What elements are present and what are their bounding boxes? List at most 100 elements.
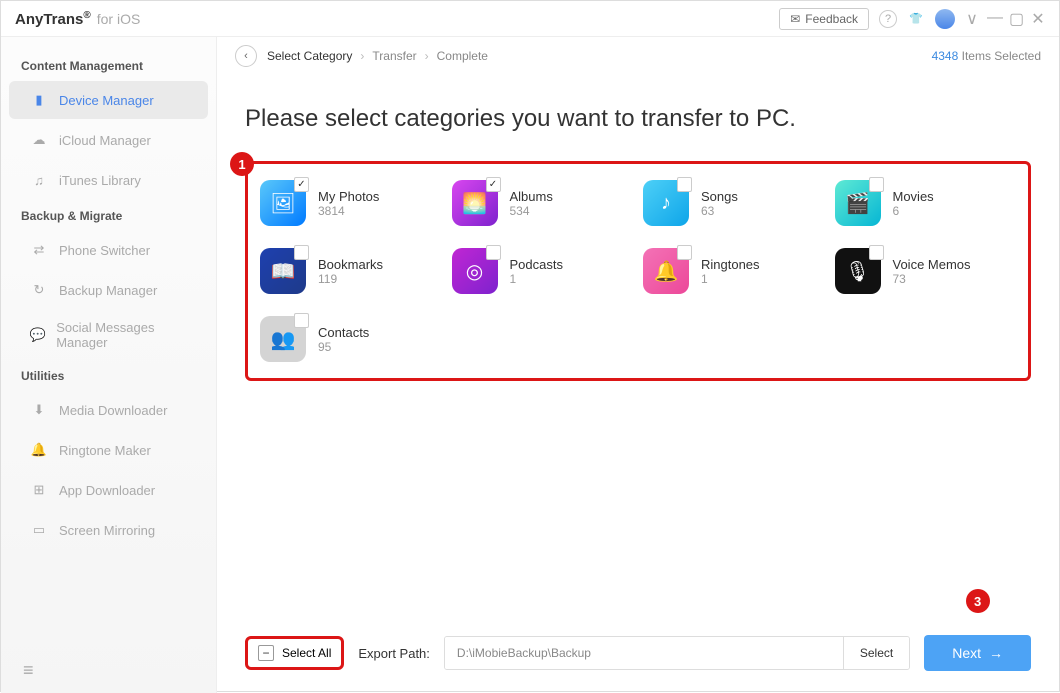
bell-icon: 🔔 bbox=[29, 440, 49, 460]
switch-icon: ⇄ bbox=[29, 240, 49, 260]
crumb-transfer: Transfer bbox=[372, 49, 416, 63]
category-label: Contacts bbox=[318, 325, 369, 340]
annotation-marker-1: 1 bbox=[230, 152, 254, 176]
partial-check-icon: − bbox=[258, 645, 274, 661]
category-count: 63 bbox=[701, 204, 738, 218]
next-button[interactable]: Next→ bbox=[924, 635, 1031, 671]
device-icon: ▮ bbox=[29, 90, 49, 110]
category-label: Voice Memos bbox=[893, 257, 971, 272]
category-label: Bookmarks bbox=[318, 257, 383, 272]
category-count: 119 bbox=[318, 272, 383, 286]
export-path-field: 2 Select bbox=[444, 636, 910, 670]
main: ‹ Select Category › Transfer › Complete … bbox=[217, 37, 1059, 693]
annotation-marker-3: 3 bbox=[966, 589, 990, 613]
category-label: Movies bbox=[893, 189, 934, 204]
check-icon bbox=[294, 313, 309, 328]
feedback-button[interactable]: ✉ Feedback bbox=[779, 8, 869, 30]
minimize-button[interactable]: — bbox=[987, 9, 1001, 29]
ic-contacts: 👥 bbox=[260, 316, 306, 362]
ic-podcasts: ◎ bbox=[452, 248, 498, 294]
category-label: Ringtones bbox=[701, 257, 760, 272]
sidebar-item-phone-switcher[interactable]: ⇄ Phone Switcher bbox=[9, 231, 208, 269]
category-item-voice-memos[interactable]: 🎙 Voice Memos 73 bbox=[835, 248, 1017, 294]
itunes-icon: ♫ bbox=[29, 170, 49, 190]
appdl-icon: ⊞ bbox=[29, 480, 49, 500]
select-path-button[interactable]: Select bbox=[843, 637, 909, 669]
category-item-movies[interactable]: 🎬 Movies 6 bbox=[835, 180, 1017, 226]
crumb-select-category[interactable]: Select Category bbox=[267, 49, 352, 63]
breadcrumb: ‹ Select Category › Transfer › Complete … bbox=[217, 37, 1059, 75]
category-count: 73 bbox=[893, 272, 971, 286]
titlebar: AnyTrans® for iOS ✉ Feedback ? 👕 ∨ — ▢ ✕ bbox=[1, 1, 1059, 37]
mirror-icon: ▭ bbox=[29, 520, 49, 540]
category-label: Songs bbox=[701, 189, 738, 204]
category-count: 1 bbox=[701, 272, 760, 286]
category-item-songs[interactable]: ♪ Songs 63 bbox=[643, 180, 825, 226]
check-icon bbox=[869, 177, 884, 192]
download-icon: ⬇ bbox=[29, 400, 49, 420]
sidebar-item-backup-manager[interactable]: ↻ Backup Manager bbox=[9, 271, 208, 309]
check-icon: ✓ bbox=[486, 177, 501, 192]
category-item-podcasts[interactable]: ◎ Podcasts 1 bbox=[452, 248, 634, 294]
sidebar-item-social[interactable]: 💬 Social Messages Manager bbox=[9, 311, 208, 359]
category-label: My Photos bbox=[318, 189, 379, 204]
section-title-backup: Backup & Migrate bbox=[1, 201, 216, 229]
category-item-albums[interactable]: 🌅 ✓ Albums 534 bbox=[452, 180, 634, 226]
sidebar-item-media-downloader[interactable]: ⬇ Media Downloader bbox=[9, 391, 208, 429]
category-count: 95 bbox=[318, 340, 369, 354]
back-button[interactable]: ‹ bbox=[235, 45, 257, 67]
ic-photos: 🖼 ✓ bbox=[260, 180, 306, 226]
page-title: Please select categories you want to tra… bbox=[245, 105, 1031, 133]
category-item-my-photos[interactable]: 🖼 ✓ My Photos 3814 bbox=[260, 180, 442, 226]
app-title: AnyTrans® bbox=[15, 10, 91, 28]
avatar[interactable] bbox=[935, 9, 955, 29]
ic-movies: 🎬 bbox=[835, 180, 881, 226]
category-item-contacts[interactable]: 👥 Contacts 95 bbox=[260, 316, 442, 362]
ic-albums: 🌅 ✓ bbox=[452, 180, 498, 226]
sidebar-item-icloud[interactable]: ☁ iCloud Manager bbox=[9, 121, 208, 159]
sidebar-item-screen-mirroring[interactable]: ▭ Screen Mirroring bbox=[9, 511, 208, 549]
arrow-right-icon: → bbox=[989, 645, 1003, 661]
category-count: 1 bbox=[510, 272, 563, 286]
check-icon bbox=[869, 245, 884, 260]
category-item-ringtones[interactable]: 🔔 Ringtones 1 bbox=[643, 248, 825, 294]
ic-ringtones: 🔔 bbox=[643, 248, 689, 294]
check-icon bbox=[486, 245, 501, 260]
category-label: Albums bbox=[510, 189, 553, 204]
help-icon[interactable]: ? bbox=[879, 10, 897, 28]
crumb-complete: Complete bbox=[437, 49, 488, 63]
sidebar: Content Management ▮ Device Manager ☁ iC… bbox=[1, 37, 217, 693]
mail-icon: ✉ bbox=[790, 12, 800, 26]
tshirt-icon[interactable]: 👕 bbox=[907, 10, 925, 28]
maximize-button[interactable]: ▢ bbox=[1009, 9, 1023, 29]
export-path-label: Export Path: bbox=[358, 646, 430, 661]
check-icon: ✓ bbox=[294, 177, 309, 192]
sidebar-item-app-downloader[interactable]: ⊞ App Downloader bbox=[9, 471, 208, 509]
ic-songs: ♪ bbox=[643, 180, 689, 226]
select-all-button[interactable]: − Select All bbox=[245, 636, 344, 670]
sidebar-item-device-manager[interactable]: ▮ Device Manager bbox=[9, 81, 208, 119]
check-icon bbox=[677, 245, 692, 260]
section-title-content: Content Management bbox=[1, 51, 216, 79]
ic-bookmarks: 📖 bbox=[260, 248, 306, 294]
chat-icon: 💬 bbox=[29, 325, 46, 345]
category-label: Podcasts bbox=[510, 257, 563, 272]
category-count: 3814 bbox=[318, 204, 379, 218]
sidebar-item-itunes[interactable]: ♫ iTunes Library bbox=[9, 161, 208, 199]
check-icon bbox=[677, 177, 692, 192]
cloud-icon: ☁ bbox=[29, 130, 49, 150]
window-controls: ∨ — ▢ ✕ bbox=[965, 9, 1045, 29]
category-grid: 1 🖼 ✓ My Photos 3814 🌅 ✓ Albums 534 ♪ So… bbox=[245, 161, 1031, 381]
category-count: 534 bbox=[510, 204, 553, 218]
section-title-utilities: Utilities bbox=[1, 361, 216, 389]
export-path-input[interactable] bbox=[445, 637, 843, 669]
close-button[interactable]: ✕ bbox=[1031, 9, 1045, 29]
dropdown-icon[interactable]: ∨ bbox=[965, 9, 979, 29]
footer: − Select All Export Path: 2 Select 3 Nex… bbox=[245, 635, 1031, 671]
sidebar-item-ringtone-maker[interactable]: 🔔 Ringtone Maker bbox=[9, 431, 208, 469]
items-selected: 4348 Items Selected bbox=[932, 49, 1041, 63]
category-count: 6 bbox=[893, 204, 934, 218]
category-item-bookmarks[interactable]: 📖 Bookmarks 119 bbox=[260, 248, 442, 294]
ic-voice: 🎙 bbox=[835, 248, 881, 294]
hamburger-icon[interactable]: ≡ bbox=[23, 660, 34, 681]
